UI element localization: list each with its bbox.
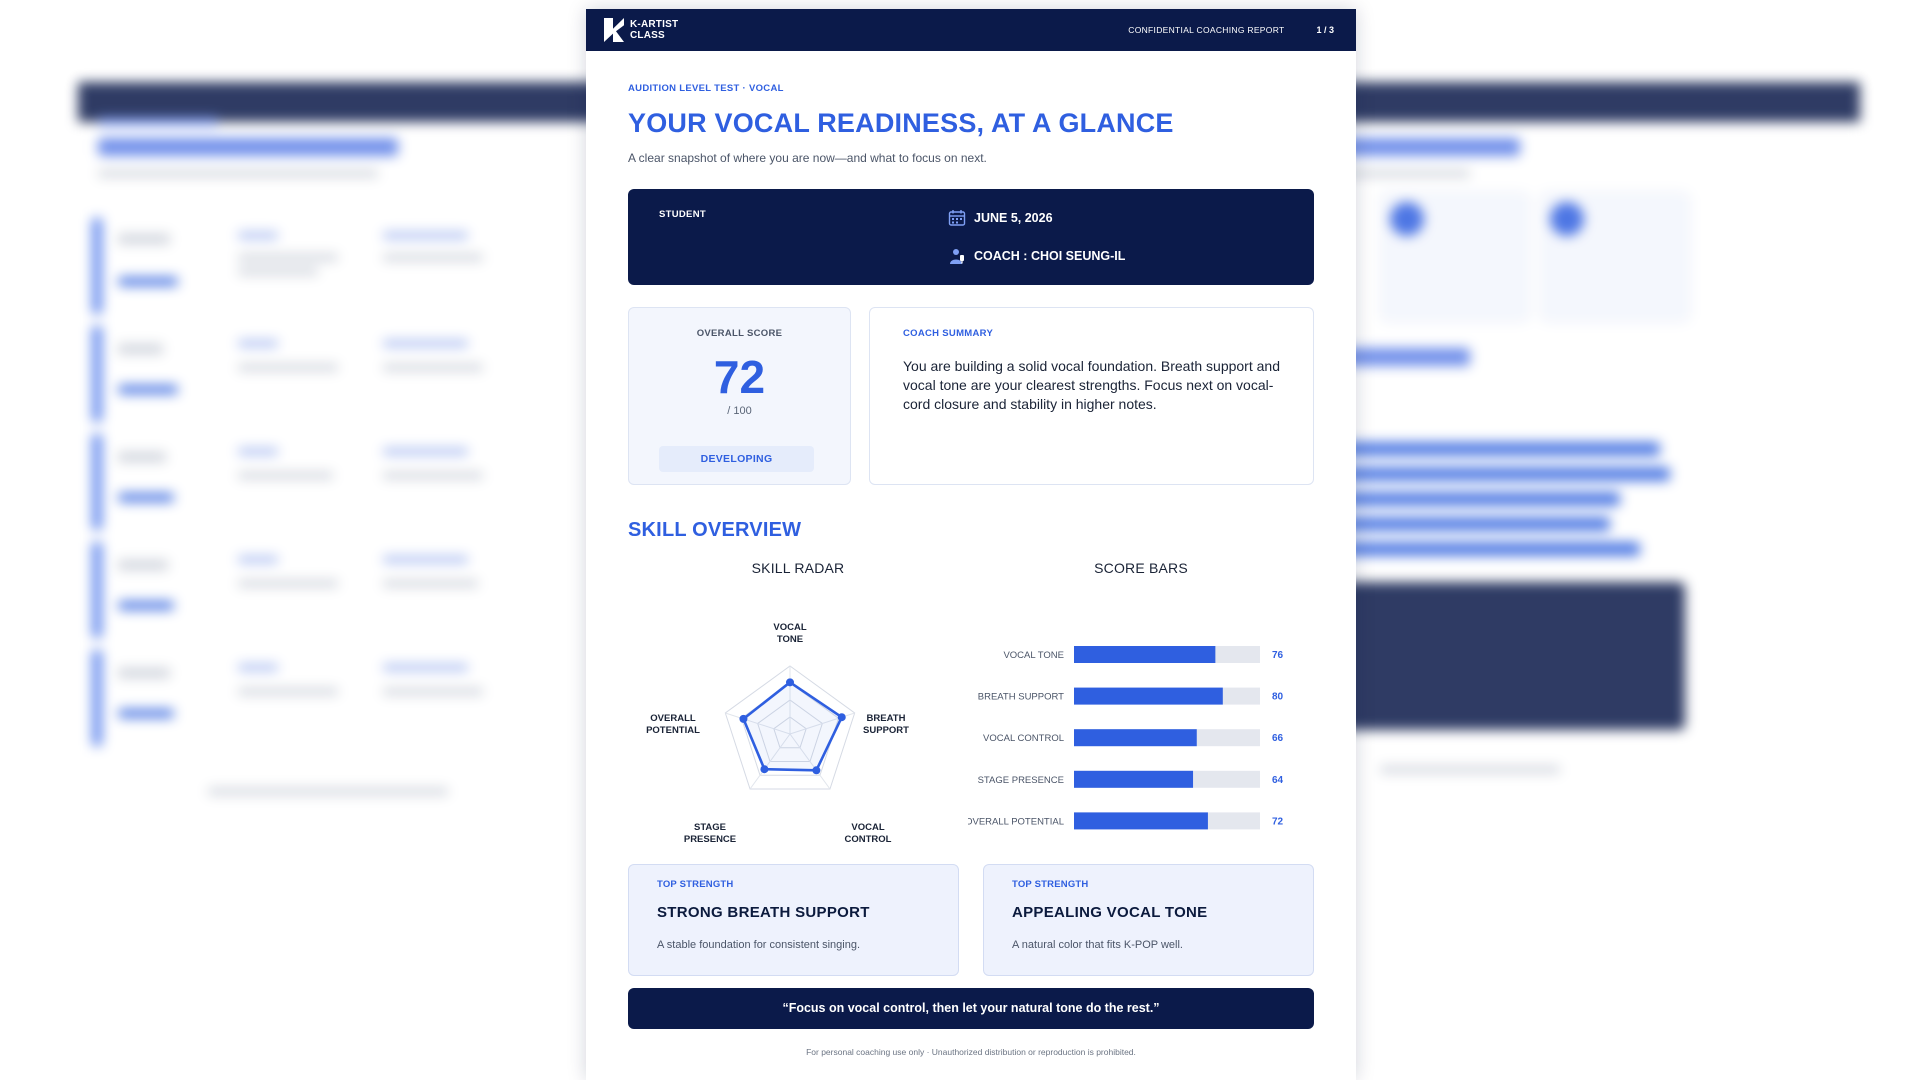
overall-score-card: OVERALL SCORE 72 / 100 DEVELOPING [628, 307, 851, 485]
bar-value-label: 64 [1272, 775, 1284, 786]
bar [1074, 646, 1216, 663]
student-label: STUDENT [659, 209, 706, 220]
bar-value-label: 80 [1272, 692, 1284, 703]
brand-name-line1: K-ARTIST [630, 19, 679, 30]
bar [1074, 729, 1197, 747]
overall-score-value: 72 [713, 351, 766, 403]
radar-point [837, 713, 846, 722]
strength-kicker: TOP STRENGTH [1012, 879, 1089, 890]
bar-value-label: 66 [1272, 733, 1284, 744]
page-title: YOUR VOCAL READINESS, AT A GLANCE [628, 108, 1174, 138]
section-kicker: AUDITION LEVEL TEST · VOCAL [628, 83, 784, 94]
page-subtitle: A clear snapshot of where you are now—an… [628, 151, 987, 165]
radar-series-line [742, 681, 844, 772]
footer-disclaimer: For personal coaching use only · Unautho… [806, 1047, 1136, 1057]
session-date-text: JUNE 5, 2026 [974, 211, 1053, 225]
radar-svg: VOCAL TONE BREATH SUPPORT VOCAL CONTROL STAGE P… [646, 622, 909, 845]
skill-overview-title: SKILL OVERVIEW [628, 519, 802, 541]
score-bars-chart: SCORE BARS VOCAL TONE 76 BREATH SUPPORT 80 V… [968, 560, 1314, 850]
bar [1074, 770, 1194, 788]
radar-axis-label: VOCAL CONTROL [845, 822, 892, 845]
coach-name-text: COACH : CHOI SEUNG-IL [974, 249, 1126, 263]
report-page: K-ARTIST CLASS CONFIDENTIAL COACHING REP… [586, 9, 1356, 1080]
bar [1074, 687, 1223, 705]
bar-category-label: VOCAL TONE [1003, 650, 1064, 661]
radar-axis-label: VOCAL TONE [773, 622, 806, 645]
bar-category-label: BREATH SUPPORT [978, 692, 1064, 703]
overall-score-max: / 100 [727, 405, 752, 417]
radar-point [786, 678, 794, 687]
radar-point [812, 766, 821, 775]
top-strengths: TOP STRENGTH STRONG BREATH SUPPORT A sta… [628, 864, 1314, 976]
background-page-right [1300, 82, 1860, 1000]
coach-name: COACH : CHOI SEUNG-IL [948, 247, 1125, 265]
session-date: JUNE 5, 2026 [948, 209, 1053, 227]
page-indicator: 1 / 3 [1316, 25, 1334, 35]
bars-chart-title: SCORE BARS [1094, 560, 1188, 576]
k-logo-icon [604, 18, 624, 42]
radar-chart-title: SKILL RADAR [751, 560, 845, 576]
strength-description: A stable foundation for consistent singi… [657, 939, 861, 951]
calendar-icon [948, 210, 966, 226]
coach-summary-label: COACH SUMMARY [903, 328, 994, 339]
radar-axis-label: BREATH SUPPORT [863, 713, 909, 736]
bar [1074, 812, 1208, 830]
strength-card: TOP STRENGTH STRONG BREATH SUPPORT A sta… [628, 864, 959, 976]
bars-svg: VOCAL TONE 76 BREATH SUPPORT 80 VOCAL CONTRO… [968, 646, 1284, 830]
bar-value-label: 76 [1272, 650, 1284, 661]
overall-score-label: OVERALL SCORE [696, 328, 783, 339]
radar-point [739, 714, 748, 723]
radar-axis-label: STAGE PRESENCE [684, 822, 736, 845]
bar-category-label: STAGE PRESENCE [978, 775, 1064, 786]
report-label: CONFIDENTIAL COACHING REPORT [1128, 25, 1285, 35]
skill-charts: SKILL RADAR VOCAL TONE BREATH SUPPORT VOCAL C… [628, 560, 1314, 850]
skill-radar-chart: SKILL RADAR VOCAL TONE BREATH SUPPORT VOCAL C… [628, 560, 968, 850]
strength-title: STRONG BREATH SUPPORT [657, 904, 870, 921]
report-header: K-ARTIST CLASS CONFIDENTIAL COACHING REP… [586, 9, 1356, 51]
bar-category-label: OVERALL POTENTIAL [968, 816, 1064, 827]
radar-axis-label: OVERALL POTENTIAL [646, 713, 700, 736]
strength-kicker: TOP STRENGTH [657, 879, 734, 890]
brand-logo: K-ARTIST CLASS [604, 18, 678, 42]
bar-category-label: VOCAL CONTROL [983, 733, 1064, 744]
coach-summary-card: COACH SUMMARY You are building a solid v… [869, 307, 1314, 485]
coach-summary-text: You are building a solid vocal foundatio… [903, 358, 1280, 412]
student-info-panel: STUDENT JUNE 5, 2026 COACH: CHOI SEUNG-… [628, 189, 1314, 285]
strength-card: TOP STRENGTH APPEALING VOCAL TONE A natu… [983, 864, 1314, 976]
bar-value-label: 72 [1272, 816, 1284, 827]
coach-icon [950, 249, 964, 264]
strength-description: A natural color that fits K-POP well. [1012, 939, 1183, 951]
score-level-badge: DEVELOPING [659, 446, 814, 472]
coach-quote: “Focus on vocal control, then let your n… [628, 988, 1314, 1029]
strength-title: APPEALING VOCAL TONE [1012, 904, 1208, 921]
brand-name-line2: CLASS [630, 30, 665, 41]
radar-point [760, 765, 769, 774]
background-page-left [78, 82, 638, 1000]
